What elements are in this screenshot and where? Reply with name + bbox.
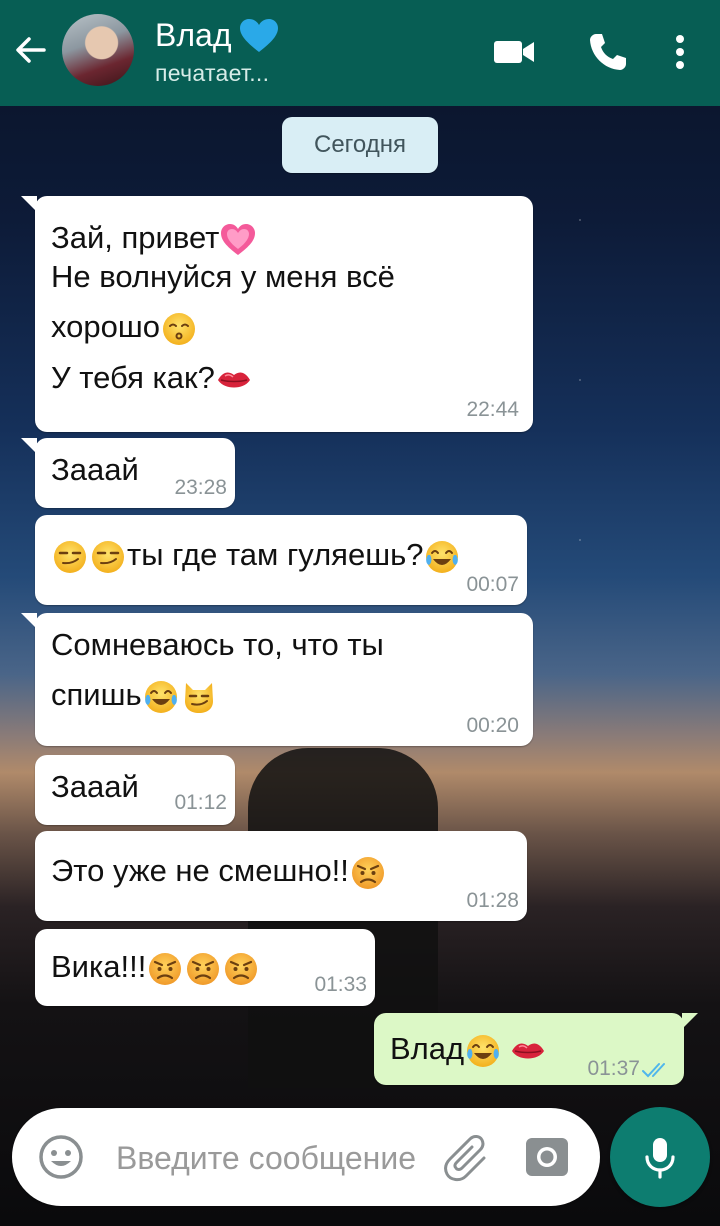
message-time: 01:28: [466, 889, 519, 912]
back-arrow-icon[interactable]: [10, 30, 50, 70]
message-line: Сомневаюсь то, что ты: [51, 627, 384, 662]
mic-button[interactable]: [610, 1107, 710, 1207]
angry-face-icon: [350, 855, 386, 891]
message-line: ты где там гуляешь?: [51, 529, 461, 581]
message-bubble-outgoing[interactable]: Влад 01:37: [374, 1013, 698, 1085]
message-bubble-incoming[interactable]: Зай, привет Не волнуйся у меня всё хорош…: [21, 196, 533, 432]
message-time: 01:33: [314, 973, 367, 996]
message-line: Это уже не смешно!!: [51, 845, 387, 897]
message-line: Не волнуйся у меня всё: [51, 259, 395, 294]
message-line: Зааай: [51, 452, 139, 487]
more-options-icon[interactable]: [656, 28, 704, 76]
message-time: 01:12: [174, 791, 227, 814]
attach-icon[interactable]: [440, 1132, 496, 1184]
message-bubble-incoming[interactable]: Зааай 23:28: [21, 438, 235, 508]
video-call-icon[interactable]: [490, 28, 538, 76]
smirking-face-icon: [52, 539, 88, 575]
smirking-face-icon: [90, 539, 126, 575]
contact-avatar[interactable]: [62, 14, 134, 86]
message-input[interactable]: [114, 1134, 458, 1182]
kissing-face-icon: [161, 311, 197, 347]
message-composer: [12, 1108, 600, 1206]
angry-face-icon: [223, 951, 259, 987]
chat-header: Влад печатает...: [0, 0, 720, 106]
date-chip: Сегодня: [282, 117, 438, 173]
tears-of-joy-icon: [143, 679, 179, 715]
tears-of-joy-icon: [465, 1033, 501, 1069]
message-line: спишь: [51, 669, 218, 721]
voice-call-icon[interactable]: [584, 28, 632, 76]
message-bubble-incoming[interactable]: ты где там гуляешь? 00:07: [35, 515, 527, 605]
emoji-icon[interactable]: [36, 1132, 86, 1182]
message-time: 00:07: [466, 573, 519, 596]
message-bubble-incoming[interactable]: Вика!!! 01:33: [35, 929, 375, 1006]
message-time: 00:20: [466, 714, 519, 737]
lips-kiss-icon: [216, 362, 252, 398]
message-line: хорошо: [51, 301, 198, 353]
message-time: 23:28: [174, 476, 227, 499]
message-line: Зааай: [51, 769, 139, 804]
tears-of-joy-icon: [424, 539, 460, 575]
mic-icon: [645, 1138, 675, 1179]
camera-icon[interactable]: [522, 1132, 572, 1182]
angry-face-icon: [147, 951, 183, 987]
message-bubble-incoming[interactable]: Это уже не смешно!! 01:28: [35, 831, 527, 921]
message-line: Влад: [390, 1023, 547, 1075]
contact-name[interactable]: Влад: [155, 16, 231, 54]
message-time: 22:44: [466, 398, 519, 421]
message-bubble-incoming[interactable]: Зааай 01:12: [35, 755, 235, 825]
double-check-read-icon: [642, 1063, 665, 1078]
contact-status: печатает...: [155, 60, 270, 86]
blue-heart-icon: [240, 19, 278, 52]
angry-face-icon: [185, 951, 221, 987]
message-line: Вика!!!: [51, 941, 260, 993]
smirking-cat-icon: [181, 679, 217, 715]
lips-kiss-icon: [510, 1033, 546, 1069]
message-time: 01:37: [587, 1057, 640, 1080]
message-bubble-incoming[interactable]: Сомневаюсь то, что ты спишь 00:20: [21, 613, 533, 746]
message-line: У тебя как?: [51, 352, 253, 404]
